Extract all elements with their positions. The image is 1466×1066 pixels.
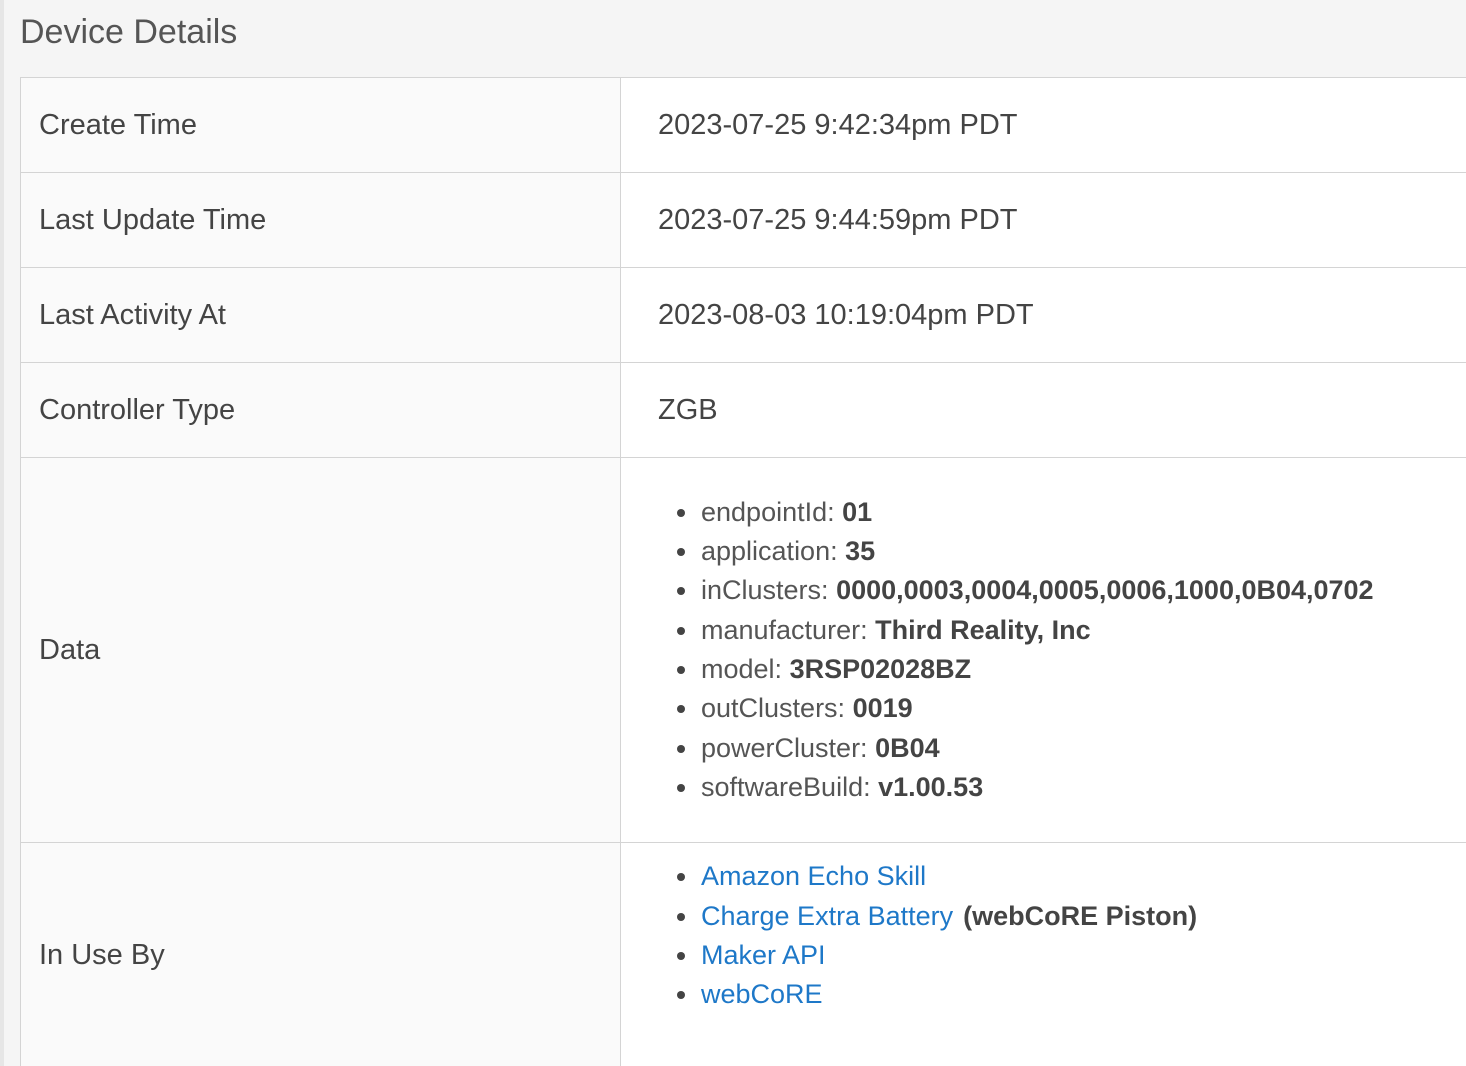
data-item-manufacturer: manufacturer: Third Reality, Inc — [677, 611, 1466, 650]
table-row-create-time: Create Time 2023-07-25 9:42:34pm PDT — [20, 77, 1466, 173]
in-use-item: Charge Extra Battery (webCoRE Piston) — [677, 897, 1466, 936]
data-key: manufacturer: — [701, 614, 868, 645]
row-label: Controller Type — [20, 362, 621, 458]
app-link-charge-extra-battery[interactable]: Charge Extra Battery — [701, 901, 953, 931]
table-row-controller-type: Controller Type ZGB — [20, 362, 1466, 458]
row-label: Last Update Time — [20, 172, 621, 268]
data-value: 01 — [842, 496, 873, 527]
data-value: Third Reality, Inc — [875, 614, 1091, 645]
data-key: application: — [701, 536, 838, 567]
device-details-table: Create Time 2023-07-25 9:42:34pm PDT Las… — [20, 77, 1466, 1066]
data-values-cell: endpointId: 01 application: 35 inCluster… — [620, 457, 1466, 843]
table-row-last-update-time: Last Update Time 2023-07-25 9:44:59pm PD… — [20, 172, 1466, 268]
data-item-outclusters: outClusters: 0019 — [677, 689, 1466, 728]
device-details-page: Device Details Create Time 2023-07-25 9:… — [0, 0, 1466, 1066]
data-key: endpointId: — [701, 496, 835, 527]
app-link-amazon-echo-skill[interactable]: Amazon Echo Skill — [701, 861, 926, 891]
data-value: 0019 — [852, 693, 913, 724]
row-label: Data — [20, 457, 621, 843]
in-use-wrapper: Amazon Echo Skill Charge Extra Battery (w… — [621, 855, 1466, 1054]
data-item-softwarebuild: softwareBuild: v1.00.53 — [677, 768, 1466, 807]
data-item-application: application: 35 — [677, 532, 1466, 571]
data-item-inclusters: inClusters: 0000,0003,0004,0005,0006,100… — [677, 571, 1466, 610]
row-value: ZGB — [620, 362, 1466, 458]
data-list: endpointId: 01 application: 35 inCluster… — [621, 493, 1466, 807]
section-title: Device Details — [20, 13, 238, 51]
row-value: 2023-07-25 9:44:59pm PDT — [620, 172, 1466, 268]
table-row-in-use-by: In Use By Amazon Echo Skill Charge Extra… — [20, 842, 1466, 1066]
data-value: v1.00.53 — [878, 771, 984, 802]
data-key: powerCluster: — [701, 732, 868, 763]
row-value: 2023-07-25 9:42:34pm PDT — [620, 77, 1466, 173]
data-item-model: model: 3RSP02028BZ — [677, 650, 1466, 689]
data-value: 3RSP02028BZ — [789, 654, 972, 684]
data-item-powercluster: powerCluster: 0B04 — [677, 729, 1466, 768]
data-key: softwareBuild: — [701, 771, 871, 802]
in-use-item: webCoRE — [677, 975, 1466, 1014]
row-label: Create Time — [20, 77, 621, 173]
row-value: 2023-08-03 10:19:04pm PDT — [620, 267, 1466, 363]
data-item-endpointid: endpointId: 01 — [677, 493, 1466, 532]
data-key: inClusters: — [701, 575, 829, 606]
in-use-list: Amazon Echo Skill Charge Extra Battery (w… — [621, 857, 1466, 1014]
row-label: In Use By — [20, 842, 621, 1066]
data-key: outClusters: — [701, 693, 846, 724]
in-use-item: Maker API — [677, 936, 1466, 975]
data-key: model: — [701, 654, 783, 684]
in-use-item: Amazon Echo Skill — [677, 857, 1466, 896]
data-value: 35 — [845, 536, 876, 567]
app-type-note: (webCoRE Piston) — [963, 900, 1198, 931]
app-link-webcore[interactable]: webCoRE — [701, 979, 823, 1009]
table-row-last-activity-at: Last Activity At 2023-08-03 10:19:04pm P… — [20, 267, 1466, 363]
data-value: 0000,0003,0004,0005,0006,1000,0B04,0702 — [836, 575, 1374, 606]
left-divider — [0, 0, 4, 1066]
in-use-cell: Amazon Echo Skill Charge Extra Battery (w… — [620, 842, 1466, 1066]
app-link-maker-api[interactable]: Maker API — [701, 940, 826, 970]
row-label: Last Activity At — [20, 267, 621, 363]
table-row-data: Data endpointId: 01 application: 35 inCl… — [20, 457, 1466, 843]
data-value: 0B04 — [875, 732, 940, 763]
